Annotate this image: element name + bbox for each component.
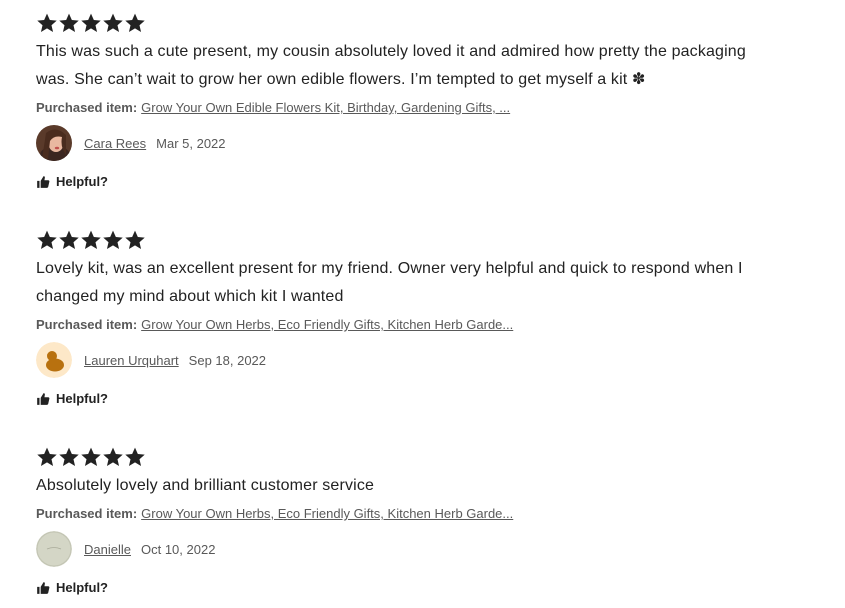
star-icon (59, 230, 79, 249)
star-icon (125, 13, 145, 32)
review-text-line: This was such a cute present, my cousin … (36, 43, 746, 60)
star-icon (81, 13, 101, 32)
star-rating (36, 446, 826, 468)
review-date: Sep 18, 2022 (188, 352, 267, 368)
helpful-button[interactable]: Helpful? (36, 580, 826, 595)
review-date: Oct 10, 2022 (140, 541, 216, 557)
star-icon (103, 447, 123, 466)
purchased-label: Purchased item: (36, 506, 138, 521)
review-text-line: Lovely kit, was an excellent present for… (36, 260, 743, 277)
star-icon (81, 447, 101, 466)
helpful-button[interactable]: Helpful? (36, 174, 826, 189)
thumbs-up-icon (37, 175, 50, 188)
review-text: Lovely kit, was an excellent present for… (36, 255, 826, 311)
purchased-label: Purchased item: (36, 317, 138, 332)
review-text: Absolutely lovely and brilliant customer… (36, 472, 826, 500)
review-item: Lovely kit, was an excellent present for… (36, 229, 826, 406)
star-icon (125, 447, 145, 466)
review-text: This was such a cute present, my cousin … (36, 38, 826, 94)
star-rating (36, 229, 826, 251)
review-item: Absolutely lovely and brilliant customer… (36, 446, 826, 595)
star-icon (37, 13, 57, 32)
avatar[interactable] (36, 531, 72, 567)
purchased-item: Purchased item: Grow Your Own Edible Flow… (36, 99, 826, 117)
avatar[interactable] (36, 125, 72, 161)
purchased-item-link[interactable]: Grow Your Own Edible Flowers Kit, Birthd… (141, 100, 510, 115)
star-icon (81, 230, 101, 249)
purchased-item-link[interactable]: Grow Your Own Herbs, Eco Friendly Gifts,… (141, 317, 513, 332)
review-text-line: was. She can’t wait to grow her own edib… (36, 71, 646, 88)
star-rating (36, 12, 826, 34)
default-avatar-icon[interactable] (36, 342, 72, 378)
helpful-button[interactable]: Helpful? (36, 391, 826, 406)
star-icon (103, 230, 123, 249)
helpful-label: Helpful? (56, 580, 108, 595)
star-icon (103, 13, 123, 32)
thumbs-up-icon (37, 581, 50, 594)
star-icon (125, 230, 145, 249)
star-icon (59, 13, 79, 32)
purchased-item-link[interactable]: Grow Your Own Herbs, Eco Friendly Gifts,… (141, 506, 513, 521)
star-icon (37, 447, 57, 466)
purchased-item: Purchased item: Grow Your Own Herbs, Eco … (36, 316, 826, 334)
review-item: This was such a cute present, my cousin … (36, 12, 826, 189)
author-row: Danielle Oct 10, 2022 (36, 531, 826, 567)
review-date: Mar 5, 2022 (156, 135, 226, 151)
thumbs-up-icon (37, 392, 50, 405)
star-icon (59, 447, 79, 466)
helpful-label: Helpful? (56, 391, 108, 406)
star-icon (37, 230, 57, 249)
author-name[interactable]: Lauren Urquhart (84, 353, 179, 368)
purchased-label: Purchased item: (36, 100, 138, 115)
author-name[interactable]: Cara Rees (84, 136, 146, 151)
review-text-line: changed my mind about which kit I wanted (36, 288, 344, 305)
author-row: Lauren Urquhart Sep 18, 2022 (36, 342, 826, 378)
review-text-line: Absolutely lovely and brilliant customer… (36, 477, 375, 494)
author-row: Cara Rees Mar 5, 2022 (36, 125, 826, 161)
purchased-item: Purchased item: Grow Your Own Herbs, Eco … (36, 505, 826, 523)
helpful-label: Helpful? (56, 174, 108, 189)
author-name[interactable]: Danielle (84, 542, 131, 557)
